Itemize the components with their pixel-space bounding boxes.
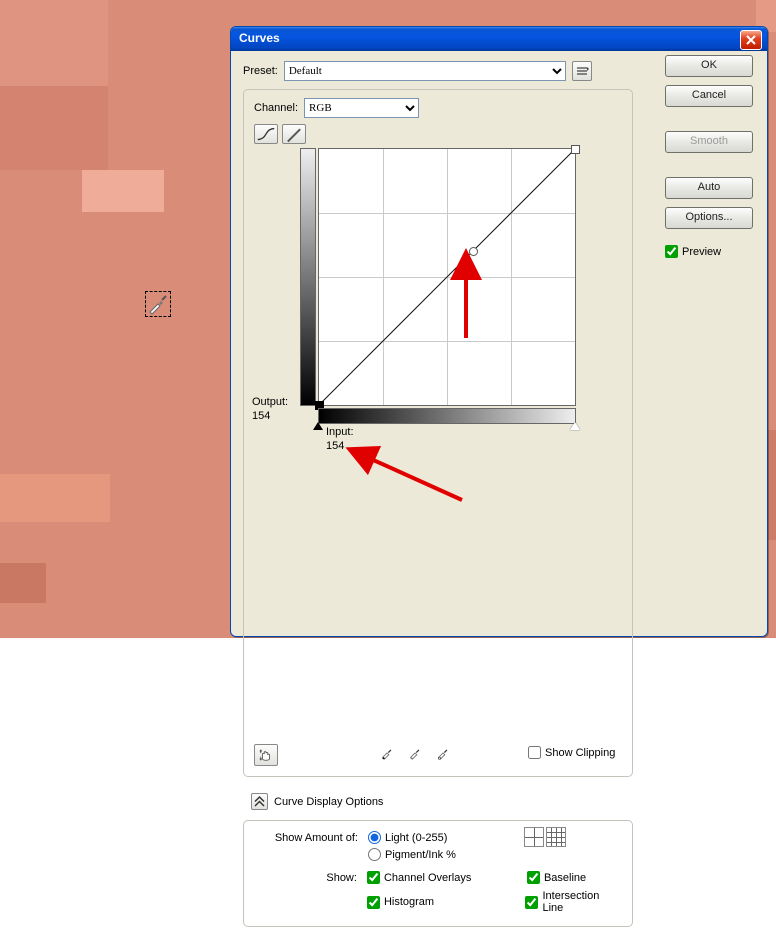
show-amount-label: Show Amount of: (254, 831, 358, 844)
smooth-button[interactable]: Smooth (665, 131, 753, 153)
channel-overlays-label: Channel Overlays (384, 872, 471, 884)
radio-pigment[interactable]: Pigment/Ink % (368, 848, 456, 861)
show-clipping-checkbox[interactable]: Show Clipping (528, 746, 615, 759)
eyedropper-white-icon[interactable] (434, 744, 452, 762)
grid-fine-icon[interactable] (546, 827, 566, 847)
show-clipping-label: Show Clipping (545, 747, 615, 759)
show-row: Show: Channel Overlays Baseline (254, 871, 622, 914)
output-label: Output: (252, 396, 288, 408)
channel-overlays-check[interactable] (367, 871, 380, 884)
bg-pixel (0, 474, 110, 522)
output-value: 154 (252, 410, 270, 422)
show-clipping-check[interactable] (528, 746, 541, 759)
curve-display-options-label: Curve Display Options (274, 796, 383, 808)
display-options-panel: Show Amount of: Light (0-255) Pigment/In… (243, 820, 633, 927)
input-label: Input: (326, 426, 354, 438)
intersection-label: Intersection Line (542, 890, 622, 914)
radio-light[interactable]: Light (0-255) (368, 831, 456, 844)
auto-button[interactable]: Auto (665, 177, 753, 199)
output-gradient (300, 148, 316, 406)
curve-editor[interactable]: Output: 154 (256, 148, 622, 444)
curve-line (319, 149, 575, 405)
radio-pigment-input[interactable] (368, 848, 381, 861)
titlebar[interactable]: Curves (231, 27, 767, 51)
bg-pixel (0, 563, 46, 603)
grid-coarse-icon[interactable] (524, 827, 544, 847)
cancel-button[interactable]: Cancel (665, 85, 753, 107)
bg-pixel (0, 0, 108, 86)
dialog-title: Curves (231, 27, 280, 45)
input-value: 154 (326, 440, 344, 452)
baseline-check[interactable] (527, 871, 540, 884)
radio-light-label: Light (0-255) (385, 832, 447, 844)
curve-sample-point[interactable] (469, 247, 478, 256)
channel-row: Channel: RGB (254, 98, 622, 118)
channel-overlays-checkbox[interactable]: Channel Overlays (367, 871, 487, 884)
input-gradient (318, 408, 576, 424)
black-point-slider[interactable] (313, 422, 323, 430)
canvas-sample-selection[interactable] (145, 291, 171, 317)
eyedropper-black-icon[interactable] (378, 744, 396, 762)
target-adjust-icon[interactable] (254, 744, 278, 766)
histogram-label: Histogram (384, 896, 434, 908)
preview-label: Preview (682, 246, 721, 258)
curve-point-highlight[interactable] (571, 145, 580, 154)
preset-label: Preset: (243, 65, 278, 77)
radio-pigment-label: Pigment/Ink % (385, 849, 456, 861)
bg-pixel (0, 86, 108, 170)
radio-light-input[interactable] (368, 831, 381, 844)
histogram-checkbox[interactable]: Histogram (367, 890, 486, 914)
channel-label: Channel: (254, 102, 298, 114)
bg-pixel (82, 170, 164, 212)
eyedropper-gray-icon[interactable] (406, 744, 424, 762)
preset-menu-icon[interactable] (572, 61, 592, 81)
curve-mode-smooth-icon[interactable] (254, 124, 278, 144)
baseline-checkbox[interactable]: Baseline (527, 871, 586, 884)
preset-row: Preset: Default (243, 61, 643, 81)
channel-panel: Channel: RGB Output: 154 (243, 89, 633, 777)
curve-mode-buttons (254, 124, 306, 144)
show-label: Show: (254, 871, 357, 884)
preview-checkbox[interactable]: Preview (665, 245, 753, 258)
baseline-label: Baseline (544, 872, 586, 884)
channel-select[interactable]: RGB (304, 98, 419, 118)
curve-grid[interactable] (318, 148, 576, 406)
chevron-up-icon[interactable] (251, 793, 268, 810)
white-point-slider[interactable] (570, 422, 580, 430)
intersection-checkbox[interactable]: Intersection Line (525, 890, 622, 914)
preview-check[interactable] (665, 245, 678, 258)
curve-display-disclosure[interactable]: Curve Display Options (251, 793, 755, 810)
show-amount-row: Show Amount of: Light (0-255) Pigment/In… (254, 831, 622, 861)
intersection-check[interactable] (525, 896, 538, 909)
ok-button[interactable]: OK (665, 55, 753, 77)
right-buttons: OK Cancel Smooth Auto Options... Preview (665, 55, 753, 258)
options-button[interactable]: Options... (665, 207, 753, 229)
curve-mode-pencil-icon[interactable] (282, 124, 306, 144)
histogram-check[interactable] (367, 896, 380, 909)
preset-select[interactable]: Default (284, 61, 566, 81)
curve-tools-row: Show Clipping (254, 744, 622, 766)
close-button[interactable] (740, 30, 762, 50)
curves-dialog: Curves OK Cancel Smooth Auto Options... … (230, 26, 768, 637)
